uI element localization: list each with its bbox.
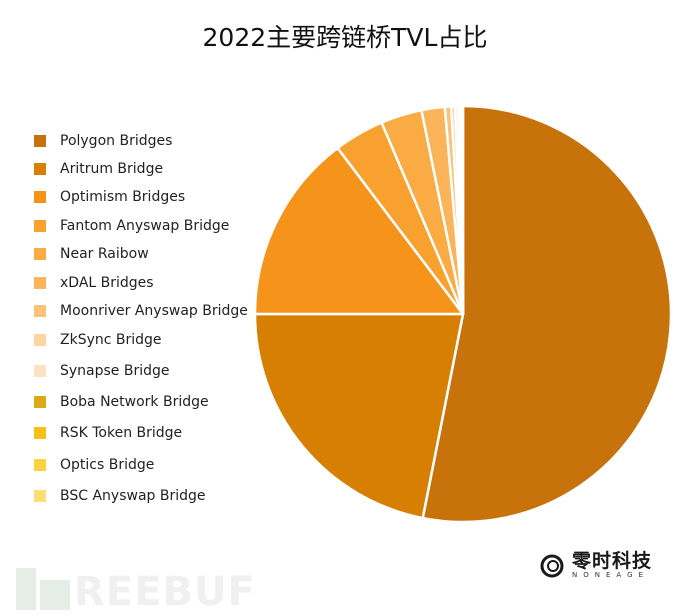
pie-chart [253, 104, 673, 524]
pie-slice [461, 104, 465, 316]
noneage-logo: 零时科技 NONEAGE [540, 551, 652, 580]
watermark-bar [16, 568, 36, 610]
noneage-logo-icon [540, 554, 564, 578]
logo-chinese-text: 零时科技 [572, 550, 653, 572]
watermark-text: REEBUF [74, 569, 256, 615]
watermark-box [40, 580, 70, 610]
logo-english-text: NONEAGE [572, 571, 649, 579]
freebuf-watermark: REEBUF [16, 563, 256, 615]
